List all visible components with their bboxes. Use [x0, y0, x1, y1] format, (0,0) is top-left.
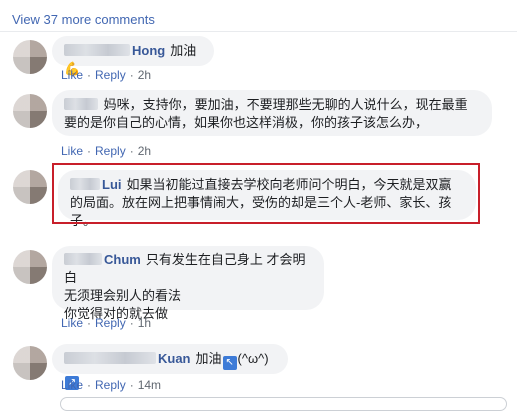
comment-bubble: 妈咪，支持你，要加油，不要理那些无聊的人说什么，现在最重要的是你自己的心情，如果… [52, 90, 492, 136]
like-link[interactable]: Like [61, 68, 83, 82]
timestamp[interactable]: 14m [138, 378, 161, 392]
comment-bubble: Lui 如果当初能过直接去学校向老师问个明白，今天就是双赢的局面。放在网上把事情闹… [58, 170, 476, 228]
separator-dot: · [129, 316, 134, 330]
separator-dot: · [129, 144, 134, 158]
comment-text-line-2: 无须理会别人的看法 [64, 288, 182, 303]
comment-actions: Like · Reply · 2h [61, 144, 151, 158]
comment-text: 妈咪，支持你，要加油，不要理那些无聊的人说什么，现在最重要的是你自己的心情，如果… [64, 97, 468, 130]
comment-3: Lui 如果当初能过直接去学校向老师问个明白，今天就是双赢的局面。放在网上把事情闹… [0, 166, 517, 228]
commenter-name[interactable]: Chum [104, 252, 141, 267]
separator-dot: · [87, 68, 92, 82]
reply-link[interactable]: Reply [95, 378, 126, 392]
comment-text: 如果当初能过直接去学校向老师问个明白，今天就是双赢的局面。放在网上把事情闹大，受… [70, 177, 452, 228]
comment-text: 加油 [195, 351, 222, 366]
separator-dot: · [129, 378, 134, 392]
reply-link[interactable]: Reply [95, 316, 126, 330]
avatar[interactable] [13, 170, 47, 204]
separator-dot: · [87, 378, 92, 392]
up-left-arrow-emoji-icon: ↖ [222, 356, 237, 370]
like-link[interactable]: Like [61, 378, 83, 392]
reply-link[interactable]: Reply [95, 68, 126, 82]
comment-bubble: Hong 加油💪 [52, 36, 214, 76]
separator-dot: · [129, 68, 134, 82]
avatar[interactable] [13, 346, 47, 380]
commenter-name[interactable]: Kuan [158, 351, 191, 366]
comment-actions: Like · Reply · 14m [61, 378, 161, 392]
like-link[interactable]: Like [61, 144, 83, 158]
comment-4: Chum 只有发生在自己身上 才会明白 无须理会别人的看法 你觉得对的就去做 Li… [0, 246, 517, 336]
blurred-name [64, 253, 102, 265]
comment-bubble: Chum 只有发生在自己身上 才会明白 无须理会别人的看法 你觉得对的就去做 [52, 246, 324, 321]
comment-text: 加油 [170, 43, 197, 58]
divider [0, 31, 517, 32]
commenter-name[interactable]: Hong [132, 43, 165, 58]
comment-actions: Like · Reply · 1h [61, 316, 151, 330]
blurred-name [64, 98, 98, 110]
view-more-comments-link[interactable]: View 37 more comments [12, 12, 155, 27]
comment-1: Hong 加油💪 Like · Reply · 2h [0, 36, 517, 86]
separator-dot: · [87, 144, 92, 158]
separator-dot: · [87, 316, 92, 330]
like-link[interactable]: Like [61, 316, 83, 330]
comment-bubble: Kuan 加油 ↖ (^ω^)↗ [52, 344, 288, 390]
timestamp[interactable]: 1h [138, 316, 151, 330]
comment-5: Kuan 加油 ↖ (^ω^)↗ Like · Reply · 14m [0, 342, 517, 392]
kaomoji-text: (^ω^) [237, 351, 269, 366]
avatar[interactable] [13, 250, 47, 284]
write-comment-input[interactable] [60, 397, 507, 411]
avatar[interactable] [13, 94, 47, 128]
blurred-name [64, 44, 130, 56]
comment-actions: Like · Reply · 2h [61, 68, 151, 82]
reply-link[interactable]: Reply [95, 144, 126, 158]
blurred-name [70, 178, 100, 190]
comment-2: 妈咪，支持你，要加油，不要理那些无聊的人说什么，现在最重要的是你自己的心情，如果… [0, 90, 517, 160]
commenter-name[interactable]: Lui [102, 177, 122, 192]
avatar[interactable] [13, 40, 47, 74]
timestamp[interactable]: 2h [138, 68, 151, 82]
blurred-name [64, 352, 156, 364]
timestamp[interactable]: 2h [138, 144, 151, 158]
